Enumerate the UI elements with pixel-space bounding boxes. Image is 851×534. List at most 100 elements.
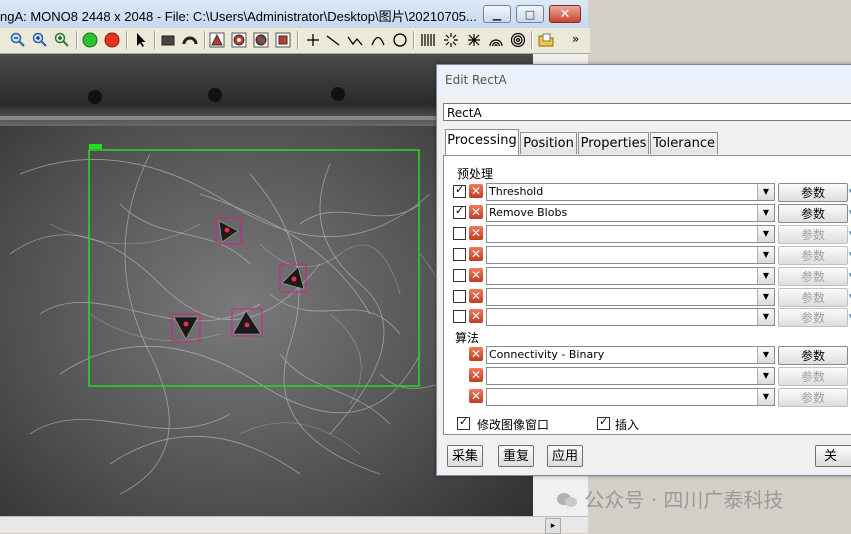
remove-x-icon[interactable]: ✕ bbox=[469, 347, 483, 361]
shape3-icon[interactable] bbox=[251, 30, 271, 50]
chevron-down-icon: ▼ bbox=[757, 268, 774, 284]
row-enable-checkbox[interactable] bbox=[453, 290, 466, 303]
rectangle-icon[interactable] bbox=[158, 30, 178, 50]
toolbar-overflow[interactable]: » bbox=[572, 32, 579, 46]
checkmark-icon: ✓ bbox=[455, 204, 465, 217]
row-enable-checkbox[interactable]: ✓ bbox=[453, 183, 466, 198]
crosshair-icon[interactable] bbox=[303, 30, 323, 50]
watermark-text: 公众号 · 四川广泰科技 bbox=[584, 488, 784, 512]
chevron-down-icon: ▼ bbox=[757, 184, 774, 200]
remove-x-icon[interactable]: ✕ bbox=[469, 226, 483, 240]
target-icon[interactable] bbox=[508, 30, 528, 50]
algorithm-select[interactable]: ▼ bbox=[486, 367, 775, 385]
close-icon: ✕ bbox=[559, 6, 571, 22]
toolbar: » bbox=[0, 28, 590, 54]
preprocess-select[interactable]: ▼ bbox=[486, 246, 775, 264]
maximize-icon: □ bbox=[524, 7, 536, 21]
chevron-down-icon: ▼ bbox=[757, 309, 774, 325]
shape2-icon[interactable] bbox=[229, 30, 249, 50]
curve-icon[interactable] bbox=[368, 30, 388, 50]
watermark: 公众号 · 四川广泰科技 bbox=[556, 484, 783, 513]
params-button[interactable]: 参数 bbox=[778, 367, 848, 386]
params-button[interactable]: 参数 bbox=[778, 246, 848, 265]
remove-x-icon[interactable]: ✕ bbox=[469, 289, 483, 303]
remove-x-icon[interactable]: ✕ bbox=[469, 205, 483, 219]
close-dialog-button[interactable]: 关 bbox=[815, 445, 851, 467]
params-button[interactable]: 参数 bbox=[778, 308, 848, 327]
zoom-out-icon[interactable] bbox=[8, 30, 28, 50]
shape1-icon[interactable] bbox=[207, 30, 227, 50]
params-button[interactable]: 参数 bbox=[778, 267, 848, 286]
params-button[interactable]: 参数 bbox=[778, 388, 848, 407]
acquire-button[interactable]: 采集 bbox=[447, 445, 483, 467]
dialog-title: Edit RectA bbox=[445, 73, 507, 87]
params-button[interactable]: 参数 bbox=[778, 204, 848, 223]
window-titlebar: ngA: MONO8 2448 x 2048 - File: C:\Users\… bbox=[0, 0, 588, 29]
insert-label: 插入 bbox=[615, 418, 640, 432]
apply-button[interactable]: 应用 bbox=[547, 445, 583, 467]
checkmark-icon: ✓ bbox=[459, 415, 469, 428]
line-icon[interactable] bbox=[323, 30, 343, 50]
chevron-down-icon: ▼ bbox=[757, 205, 774, 221]
arch-icon[interactable] bbox=[486, 30, 506, 50]
folder-icon[interactable] bbox=[536, 30, 556, 50]
minimize-button[interactable]: ▁ bbox=[483, 5, 511, 23]
preprocess-select[interactable]: ▼ bbox=[486, 267, 775, 285]
params-button[interactable]: 参数 bbox=[778, 183, 848, 202]
checkmark-icon: ✓ bbox=[455, 183, 465, 196]
burst-icon[interactable] bbox=[441, 30, 461, 50]
remove-x-icon[interactable]: ✕ bbox=[469, 389, 483, 403]
params-button[interactable]: 参数 bbox=[778, 346, 848, 365]
preprocess-select[interactable]: ▼ bbox=[486, 225, 775, 243]
horizontal-scrollbar[interactable]: ▸ bbox=[0, 516, 588, 534]
polyline-icon[interactable] bbox=[345, 30, 365, 50]
remove-x-icon[interactable]: ✕ bbox=[469, 184, 483, 198]
tab-processing[interactable]: Processing bbox=[445, 129, 519, 155]
shape4-icon[interactable] bbox=[273, 30, 293, 50]
row-enable-checkbox[interactable] bbox=[453, 227, 466, 240]
preprocess-select[interactable]: ▼ bbox=[486, 288, 775, 306]
maximize-button[interactable]: □ bbox=[516, 5, 544, 23]
remove-x-icon[interactable]: ✕ bbox=[469, 247, 483, 261]
preprocess-select[interactable]: Threshold ▼ bbox=[486, 183, 775, 201]
row-enable-checkbox[interactable] bbox=[453, 269, 466, 282]
red-circle-icon[interactable] bbox=[102, 30, 122, 50]
stripes-icon[interactable] bbox=[418, 30, 438, 50]
row-enable-checkbox[interactable]: ✓ bbox=[453, 204, 466, 219]
chevron-down-icon: ▼ bbox=[757, 289, 774, 305]
insert-checkbox[interactable]: ✓ bbox=[597, 415, 610, 430]
preprocess-select[interactable]: ▼ bbox=[486, 308, 775, 326]
zoom-fit-icon[interactable] bbox=[52, 30, 72, 50]
remove-x-icon[interactable]: ✕ bbox=[469, 309, 483, 323]
star-icon[interactable] bbox=[464, 30, 484, 50]
close-button[interactable]: ✕ bbox=[549, 5, 581, 23]
chevron-down-icon: ▼ bbox=[757, 347, 774, 363]
params-button[interactable]: 参数 bbox=[778, 225, 848, 244]
tab-position[interactable]: Position bbox=[520, 132, 577, 154]
green-circle-icon[interactable] bbox=[80, 30, 100, 50]
row-enable-checkbox[interactable] bbox=[453, 248, 466, 261]
tab-properties[interactable]: Properties bbox=[578, 132, 649, 154]
modify-window-label: 修改图像窗口 bbox=[477, 418, 550, 432]
modify-window-checkbox[interactable]: ✓ bbox=[457, 415, 470, 430]
repeat-button[interactable]: 重复 bbox=[498, 445, 534, 467]
algorithm-select[interactable]: ▼ bbox=[486, 388, 775, 406]
tool-name-input[interactable]: RectA bbox=[443, 103, 851, 121]
remove-x-icon[interactable]: ✕ bbox=[469, 368, 483, 382]
circle-icon[interactable] bbox=[390, 30, 410, 50]
algorithm-select[interactable]: Connectivity - Binary ▼ bbox=[486, 346, 775, 364]
tab-tolerance[interactable]: Tolerance bbox=[650, 132, 718, 154]
algorithm-select-value: Connectivity - Binary bbox=[489, 348, 605, 361]
roi-handle bbox=[89, 144, 102, 149]
remove-x-icon[interactable]: ✕ bbox=[469, 268, 483, 282]
preprocess-select[interactable]: Remove Blobs ▼ bbox=[486, 204, 775, 222]
wechat-icon bbox=[557, 493, 577, 507]
params-button[interactable]: 参数 bbox=[778, 288, 848, 307]
arc-icon[interactable] bbox=[180, 30, 200, 50]
pointer-icon[interactable] bbox=[131, 30, 151, 50]
checkmark-icon: ✓ bbox=[599, 415, 609, 428]
minimize-icon: ▁ bbox=[492, 7, 502, 21]
row-enable-checkbox[interactable] bbox=[453, 310, 466, 323]
preprocess-select-value: Threshold bbox=[489, 185, 544, 198]
zoom-in-icon[interactable] bbox=[30, 30, 50, 50]
